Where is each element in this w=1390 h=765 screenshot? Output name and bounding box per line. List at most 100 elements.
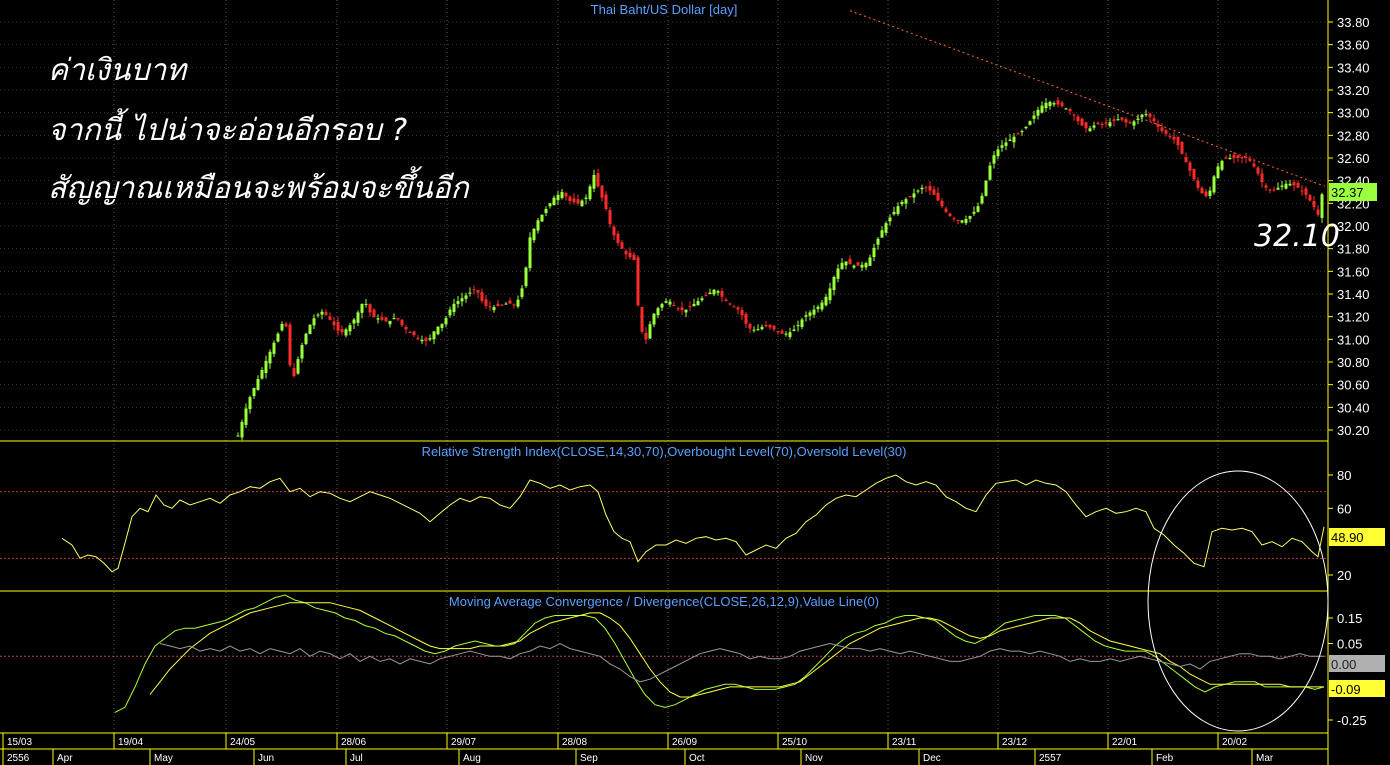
month-label: May [154, 753, 173, 764]
candle-body [644, 332, 648, 340]
annotation-line-3: สัญญาณเหมือนจะพร้อมจะขึ้นอีก [48, 166, 471, 206]
candle-body [556, 194, 560, 201]
candle-body [604, 194, 608, 209]
candle-body [1244, 156, 1248, 158]
price-axis-label: 31.20 [1337, 310, 1370, 325]
candle-body [636, 257, 640, 306]
candle-body [1060, 102, 1064, 107]
macd-plot [0, 594, 1328, 713]
candle-body [1312, 201, 1316, 208]
candle-body [824, 296, 828, 306]
candle-body [432, 331, 436, 340]
histogram-last-badge: 0.00 [1329, 655, 1385, 672]
candle-body [396, 318, 400, 320]
candle-body [772, 325, 776, 330]
candle-body [592, 175, 596, 189]
candle-body [976, 206, 980, 212]
candle-body [892, 211, 896, 215]
candle-body [1028, 121, 1032, 125]
candle-body [1188, 162, 1192, 171]
candle-body [840, 262, 844, 270]
candle-body [420, 339, 424, 342]
candle-body [692, 303, 696, 307]
candle-body [868, 257, 872, 266]
price-axis-label: 32.60 [1337, 151, 1370, 166]
candle-body [864, 263, 868, 268]
candle-body [896, 206, 900, 215]
candle-body [716, 291, 720, 293]
price-axis-label: 33.40 [1337, 60, 1370, 75]
candle-body [284, 323, 288, 327]
month-label: Dec [923, 753, 941, 764]
candle-body [1016, 133, 1020, 135]
date-label: 23/11 [892, 737, 917, 748]
month-label: 2556 [7, 753, 30, 764]
date-ticks: 15/03 19/04 24/05 28/06 29/07 28/08 26/09 25/10… [2, 733, 1247, 749]
price-chart-title: Thai Baht/US Dollar [day] [591, 2, 738, 17]
candle-body [856, 262, 860, 266]
candle-body [588, 186, 592, 200]
price-axis-label: 32.00 [1337, 219, 1370, 234]
candle-body [1268, 189, 1272, 191]
candle-body [1020, 131, 1024, 133]
candle-body [648, 324, 652, 339]
candle-body [1208, 190, 1212, 196]
financial-chart: Thai Baht/US Dollar [day] Relative Stren… [0, 0, 1385, 765]
candle-body [296, 359, 300, 374]
histogram-badge-text: 0.00 [1331, 657, 1356, 672]
candle-body [288, 324, 292, 366]
candle-body [1128, 122, 1132, 124]
candle-body [240, 422, 244, 438]
rsi-plot [0, 474, 1328, 573]
month-ticks: 2556 Apr May Jun Jul Aug Sep Oct Nov Dec 2557 Feb Ma… [2, 749, 1274, 765]
candle-body [696, 301, 700, 306]
candle-body [328, 316, 332, 320]
candle-body [1168, 136, 1172, 138]
candle-body [244, 408, 248, 425]
candle-body [1296, 182, 1300, 188]
date-label: 24/05 [230, 737, 255, 748]
candle-body [620, 242, 624, 249]
candle-body [428, 338, 432, 340]
candle-body [384, 317, 388, 322]
candle-body [836, 268, 840, 279]
candle-body [960, 220, 964, 223]
candle-body [1032, 115, 1036, 119]
candle-body [448, 309, 452, 316]
price-axis-label: 30.80 [1337, 355, 1370, 370]
candle-body [416, 337, 420, 339]
candle-body [1224, 157, 1228, 159]
candle-body [1292, 182, 1296, 186]
rsi-panel-title: Relative Strength Index(CLOSE,14,30,70),… [422, 444, 907, 459]
candle-body [800, 319, 804, 328]
annotation-line-2: จากนี้ ไปน่าจะอ่อนอีกรอบ ? [48, 108, 407, 148]
candle-body [628, 252, 632, 258]
low-price-annotation: 32.10 [1254, 219, 1340, 254]
candle-body [336, 321, 340, 331]
candle-body [1072, 114, 1076, 116]
candle-body [1272, 189, 1276, 191]
candle-body [524, 267, 528, 287]
candle-body [820, 302, 824, 310]
candle-body [860, 264, 864, 268]
candle-body [1300, 190, 1304, 192]
candle-body [972, 211, 976, 214]
candle-body [924, 187, 928, 189]
candle-body [476, 290, 480, 293]
candle-body [596, 173, 600, 187]
candle-body [264, 360, 268, 373]
candle-body [1248, 159, 1252, 161]
candle-body [616, 233, 620, 243]
price-candles [236, 97, 1324, 441]
candle-body [392, 318, 396, 320]
date-axis: 15/03 19/04 24/05 28/06 29/07 28/08 26/09 25/10… [0, 733, 1328, 765]
candle-body [788, 332, 792, 337]
candle-body [1276, 187, 1280, 190]
candle-body [356, 312, 360, 323]
candle-body [1096, 122, 1100, 124]
candle-body [380, 317, 384, 320]
candle-body [948, 213, 952, 217]
candle-body [1304, 188, 1308, 195]
candle-body [348, 325, 352, 332]
candle-body [436, 326, 440, 335]
